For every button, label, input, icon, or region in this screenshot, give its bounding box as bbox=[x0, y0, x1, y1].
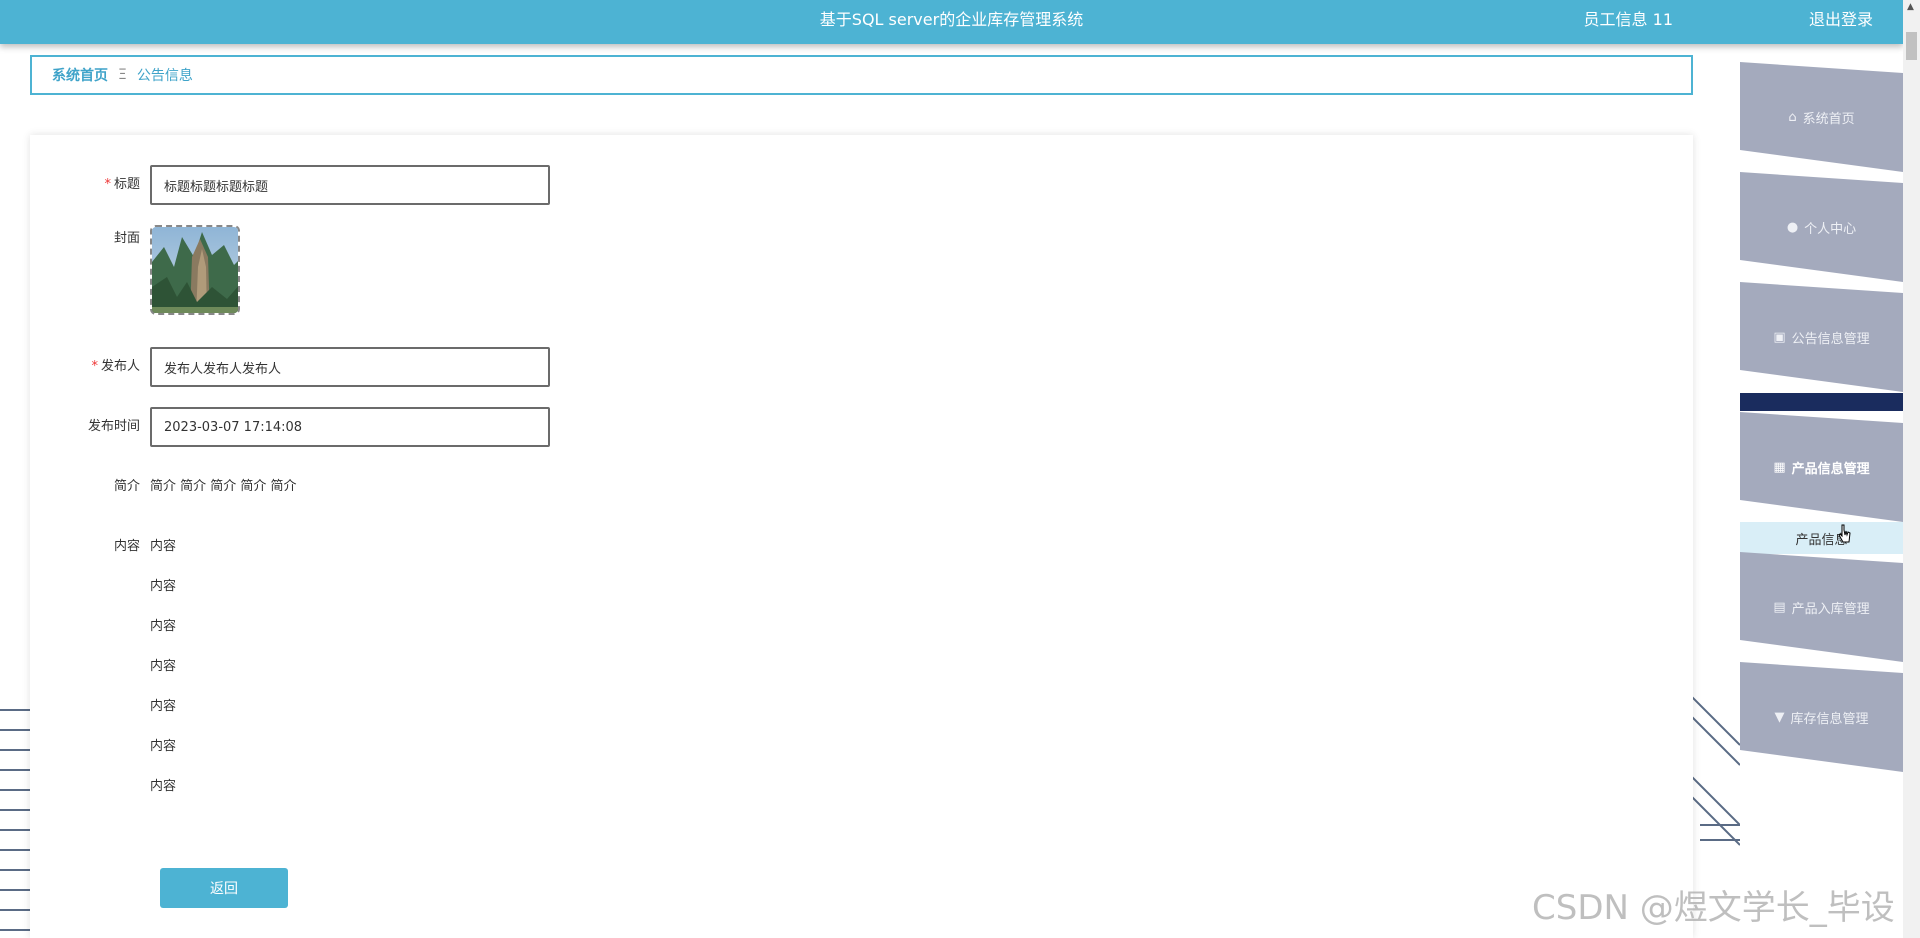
scroll-up-icon[interactable]: ▲ bbox=[1907, 2, 1914, 12]
sidebar-item-stock-in-management[interactable]: ▤ 产品入库管理 bbox=[1740, 552, 1903, 662]
background-lines-left bbox=[0, 709, 30, 931]
detail-card: * 标题 标题标题标题标题 封面 * 发布人 发布人发布人发布人 发布时间 20… bbox=[30, 135, 1693, 938]
pin-icon: ▼ bbox=[1774, 709, 1785, 725]
publisher-label: * 发布人 bbox=[91, 359, 140, 374]
back-button[interactable]: 返回 bbox=[160, 868, 288, 908]
mouse-cursor-icon bbox=[1838, 524, 1851, 543]
sidebar-item-label: 系统首页 bbox=[1802, 111, 1855, 127]
breadcrumb: 系统首页 Ξ 公告信息 bbox=[30, 55, 1693, 95]
sidebar-divider-dark bbox=[1740, 393, 1903, 411]
publish-time-label: 发布时间 bbox=[87, 419, 140, 434]
sidebar-subitem-product-info[interactable]: 产品信息 bbox=[1740, 522, 1903, 554]
sidebar-item-label: 个人中心 bbox=[1804, 221, 1857, 237]
publisher-field[interactable]: 发布人发布人发布人 bbox=[150, 347, 550, 387]
breadcrumb-current: 公告信息 bbox=[136, 68, 193, 84]
logout-link[interactable]: 退出登录 bbox=[1809, 6, 1873, 30]
sidebar-item-profile[interactable]: ● 个人中心 bbox=[1740, 172, 1903, 282]
cover-image[interactable] bbox=[150, 225, 240, 315]
home-icon: ⌂ bbox=[1788, 109, 1797, 125]
content-value: 内容 内容 内容 内容 内容 内容 内容 bbox=[150, 537, 176, 817]
background-lines-right bbox=[1690, 695, 1740, 846]
content-label: 内容 bbox=[113, 539, 140, 554]
title-field[interactable]: 标题标题标题标题 bbox=[150, 165, 550, 205]
intro-label: 简介 bbox=[113, 479, 140, 494]
table-icon: ▤ bbox=[1773, 599, 1786, 615]
breadcrumb-home[interactable]: 系统首页 bbox=[52, 65, 108, 85]
sidebar-item-product-management[interactable]: ▦ 产品信息管理 bbox=[1740, 412, 1903, 522]
user-icon: ● bbox=[1786, 219, 1799, 235]
grid-icon: ▦ bbox=[1773, 459, 1786, 475]
publish-time-field[interactable]: 2023-03-07 17:14:08 bbox=[150, 407, 550, 447]
intro-value: 简介 简介 简介 简介 简介 bbox=[150, 479, 297, 494]
content-line: 内容 bbox=[150, 579, 177, 594]
content-line: 内容 bbox=[150, 699, 177, 714]
watermark: CSDN @煜文学长_毕设 bbox=[1532, 888, 1895, 928]
clipboard-icon: ▣ bbox=[1773, 329, 1786, 345]
sidebar-item-label: 产品信息管理 bbox=[1791, 461, 1870, 477]
mountain-landscape-image bbox=[152, 227, 238, 313]
top-bar: 基于SQL server的企业库存管理系统 员工信息 11 退出登录 bbox=[0, 0, 1903, 44]
vertical-scrollbar[interactable]: ▲ bbox=[1903, 0, 1920, 938]
sidebar-item-label: 库存信息管理 bbox=[1790, 711, 1869, 727]
breadcrumb-separator-icon: Ξ bbox=[118, 67, 127, 83]
sidebar-item-notice-management[interactable]: ▣ 公告信息管理 bbox=[1740, 282, 1903, 392]
sidebar-item-label: 产品入库管理 bbox=[1791, 601, 1870, 617]
content-line: 内容 bbox=[150, 619, 177, 634]
cover-label: 封面 bbox=[113, 231, 140, 246]
content-line: 内容 bbox=[150, 659, 177, 674]
title-label: * 标题 bbox=[104, 177, 140, 192]
sidebar-item-label: 公告信息管理 bbox=[1791, 331, 1870, 347]
scroll-thumb[interactable] bbox=[1906, 32, 1917, 60]
sidebar-nav: ⌂ 系统首页 ● 个人中心 ▣ 公告信息管理 ▦ 产品信息管理 产品信息 ▤ 产… bbox=[1740, 44, 1903, 772]
sidebar-item-home[interactable]: ⌂ 系统首页 bbox=[1740, 62, 1903, 172]
content-line: 内容 bbox=[150, 739, 177, 754]
content-line: 内容 bbox=[150, 779, 177, 794]
content-line: 内容 bbox=[150, 539, 177, 554]
user-info-link[interactable]: 员工信息 11 bbox=[1584, 6, 1673, 30]
sidebar-item-inventory-management[interactable]: ▼ 库存信息管理 bbox=[1740, 662, 1903, 772]
